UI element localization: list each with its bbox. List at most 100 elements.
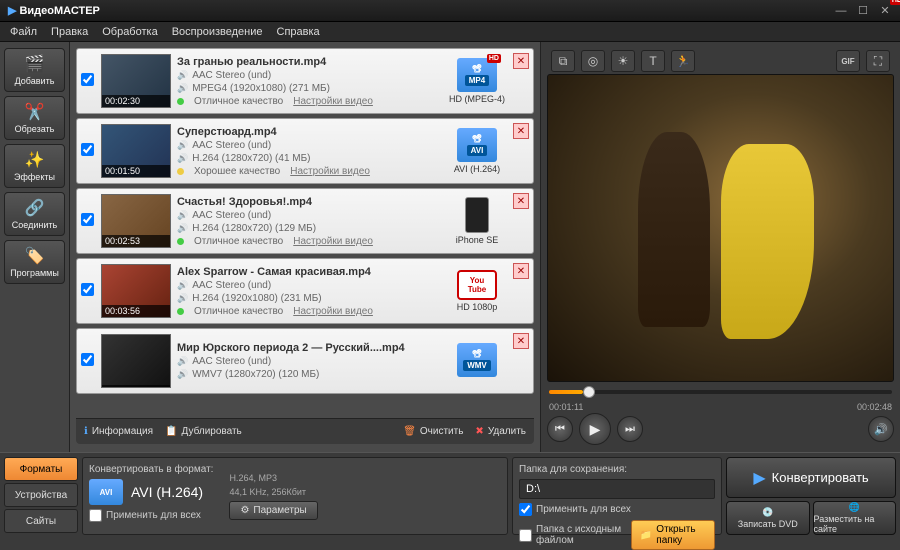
file-list: 00:02:30За гранью реальности.mp4AAC Ster… [76,48,534,418]
file-item[interactable]: Мир Юрского периода 2 — Русский....mp4AA… [76,328,534,394]
remove-file-button[interactable]: ✕ [513,53,529,69]
effects-icon: ✨ [25,150,45,170]
save-panel: Папка для сохранения: D:\ Применить для … [512,457,722,535]
brightness-tool-icon[interactable]: ☀ [611,50,635,72]
audio-info: AAC Stereo (und) [177,140,441,151]
close-window-button[interactable]: ✕ [878,4,892,18]
parameters-button[interactable]: Параметры [229,501,317,520]
file-checkbox[interactable] [81,213,94,226]
file-thumbnail[interactable]: 00:01:50 [101,124,171,178]
prev-button[interactable]: ⏮ [547,416,573,442]
sidebar-add-button[interactable]: 🎬Добавить [4,48,65,92]
apply-all-save-checkbox[interactable]: Применить для всех [519,503,715,516]
apply-all-format-checkbox[interactable]: Применить для всех [89,509,213,522]
remove-file-button[interactable]: ✕ [513,333,529,349]
iphone-icon [465,197,489,233]
sidebar: 🎬Добавить ✂️Обрезать ✨Эффекты 🔗Соединить… [0,42,70,452]
format-icon: 📽MP4HD [457,58,497,92]
remove-file-button[interactable]: ✕ [513,263,529,279]
open-folder-button[interactable]: Открыть папку [631,520,715,550]
gif-button[interactable]: GIF [836,50,860,72]
target-label: HD (MPEG-4) [449,94,505,104]
clear-button[interactable]: Очистить [403,426,463,437]
target-label: AVI (H.264) [454,164,500,174]
format-specs-2: 44,1 KHz, 256Кбит [229,487,317,497]
file-thumbnail[interactable]: 00:03:56 [101,264,171,318]
menu-process[interactable]: Обработка [102,26,157,38]
text-tool-icon[interactable]: T [641,50,665,72]
convert-button[interactable]: Конвертировать [726,457,896,498]
video-info: H.264 (1280x720) (129 МБ) [177,223,441,234]
tab-sites[interactable]: Сайты [4,509,78,533]
minimize-button[interactable]: — [834,4,848,18]
menu-help[interactable]: Справка [277,26,320,38]
file-thumbnail[interactable] [101,334,171,388]
volume-button[interactable]: 🔊 [868,416,894,442]
file-thumbnail[interactable]: 00:02:53 [101,194,171,248]
sidebar-crop-button[interactable]: ✂️Обрезать [4,96,65,140]
video-settings-link[interactable]: Настройки видео [293,96,373,107]
video-settings-link[interactable]: Настройки видео [293,236,373,247]
info-button[interactable]: Информация [84,426,153,437]
next-button[interactable]: ⏭ [617,416,643,442]
file-item[interactable]: 00:03:56Alex Sparrow - Самая красивая.mp… [76,258,534,324]
file-item[interactable]: 00:02:53Счастья! Здоровья!.mp4AAC Stereo… [76,188,534,254]
format-category-tabs: Форматы Устройства Сайты [4,457,78,535]
target-label: HD 1080p [457,302,498,312]
format-name: AVI (H.264) [131,484,203,500]
source-folder-checkbox[interactable]: Папка с исходным файлом [519,524,631,546]
video-settings-link[interactable]: Настройки видео [293,306,373,317]
save-path-field[interactable]: D:\ [519,479,715,499]
file-checkbox[interactable] [81,73,94,86]
menu-edit[interactable]: Правка [51,26,88,38]
delete-button[interactable]: Удалить [475,426,526,437]
file-checkbox[interactable] [81,353,94,366]
upload-button[interactable]: 🌐Разместить на сайте [813,501,897,535]
format-selector[interactable]: AVI AVI (H.264) [89,479,213,505]
remove-file-button[interactable]: ✕ [513,193,529,209]
file-name: Суперстюард.mp4 [177,126,441,138]
quality-label: Отличное качество [194,306,283,317]
tab-devices[interactable]: Устройства [4,483,78,507]
remove-file-button[interactable]: ✕ [513,123,529,139]
programs-icon: 🏷️ [25,246,45,266]
audio-info: AAC Stereo (und) [177,210,441,221]
burn-dvd-button[interactable]: 💿Записать DVD [726,501,810,535]
play-controls: ⏮ ▶ ⏭ 🔊 [547,412,894,446]
video-info: WMV7 (1280x720) (120 МБ) [177,369,441,380]
speed-tool-icon[interactable]: 🏃 [671,50,695,72]
menu-file[interactable]: Файл [10,26,37,38]
snapshot-tool-icon[interactable]: ◎ [581,50,605,72]
file-item[interactable]: 00:01:50Суперстюард.mp4AAC Stereo (und)H… [76,118,534,184]
file-item[interactable]: 00:02:30За гранью реальности.mp4AAC Ster… [76,48,534,114]
file-checkbox[interactable] [81,283,94,296]
sidebar-programs-button[interactable]: 🏷️Программы [4,240,65,284]
audio-info: AAC Stereo (und) [177,70,441,81]
maximize-button[interactable]: ☐ [856,4,870,18]
menu-playback[interactable]: Воспроизведение [172,26,263,38]
duration-label: 00:02:30 [102,95,170,107]
join-icon: 🔗 [25,198,45,218]
crop-tool-icon[interactable]: ⧉ [551,50,575,72]
file-thumbnail[interactable]: 00:02:30 [101,54,171,108]
tab-formats[interactable]: Форматы [4,457,78,481]
sidebar-effects-button[interactable]: ✨Эффекты [4,144,65,188]
duplicate-button[interactable]: Дублировать [165,426,242,437]
seek-bar[interactable] [547,382,894,402]
video-settings-link[interactable]: Настройки видео [290,166,370,177]
audio-info: AAC Stereo (und) [177,280,441,291]
video-preview[interactable] [547,74,894,382]
file-checkbox[interactable] [81,143,94,156]
preview-toolbar: ⧉ ◎ ☀ T 🏃 GIF ⛶ [547,48,894,74]
duration-label: 00:01:50 [102,165,170,177]
quality-label: Отличное качество [194,236,283,247]
seek-handle[interactable] [583,386,595,398]
video-info: MPEG4 (1920x1080) (271 МБ) [177,83,441,94]
target-label: iPhone SE [456,235,499,245]
bottom-panel: Форматы Устройства Сайты Конвертировать … [0,452,900,539]
sidebar-join-button[interactable]: 🔗Соединить [4,192,65,236]
fullscreen-icon[interactable]: ⛶ [866,50,890,72]
convert-to-label: Конвертировать в формат: [89,464,213,475]
play-button[interactable]: ▶ [579,413,611,445]
audio-info: AAC Stereo (und) [177,356,441,367]
